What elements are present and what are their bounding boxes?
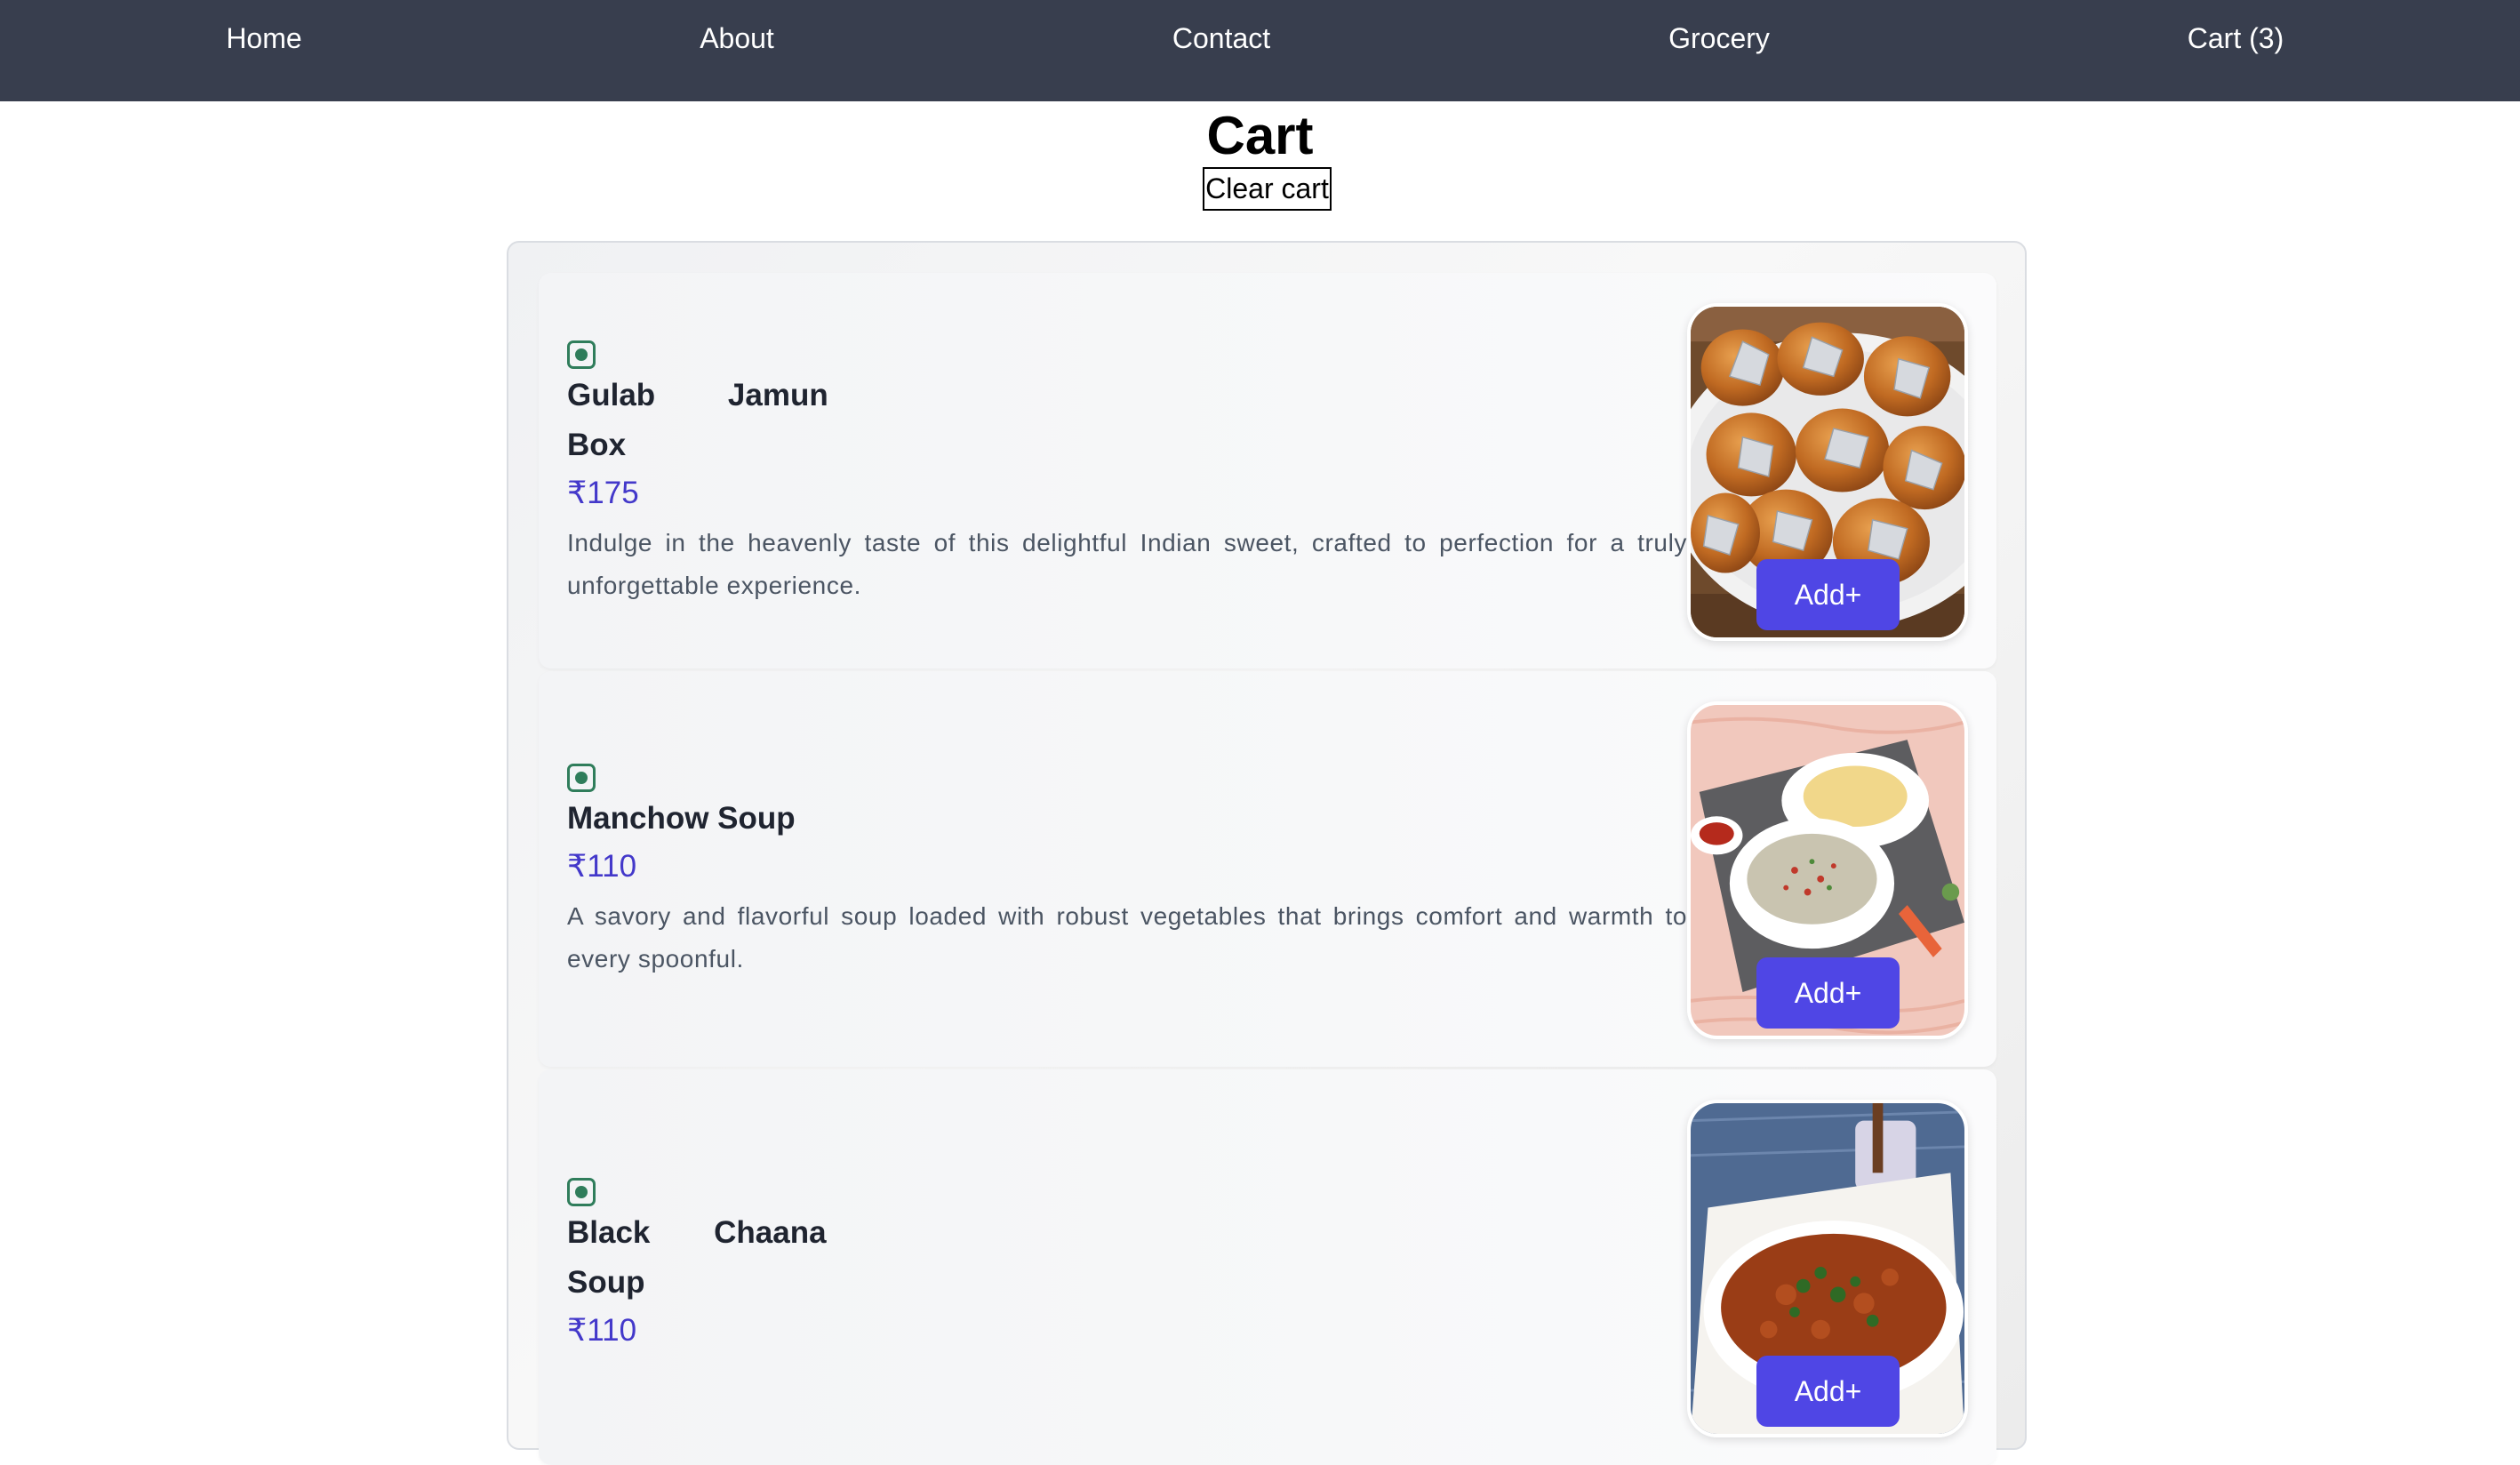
- item-price: ₹110: [567, 849, 637, 884]
- cart-items-panel: Gulab Jamun Box ₹175 Indulge in the heav…: [507, 241, 2027, 1465]
- cart-item-card: Gulab Jamun Box ₹175 Indulge in the heav…: [539, 273, 1996, 668]
- item-description: Indulge in the heavenly taste of this de…: [567, 529, 1687, 599]
- item-name: Black Chaana Soup: [567, 1208, 852, 1308]
- veg-indicator-dot: [575, 348, 588, 361]
- nav-cart-link[interactable]: Cart (3): [2188, 21, 2284, 55]
- item-name-word: Chaana: [714, 1215, 827, 1250]
- veg-indicator-icon: [567, 340, 596, 369]
- item-name-word: Soup: [567, 1265, 645, 1300]
- clear-cart-button[interactable]: Clear cart: [1203, 167, 1332, 211]
- nav-contact-link[interactable]: Contact: [1172, 21, 1270, 55]
- cart-item-card: Black Chaana Soup ₹110 Add+: [539, 1069, 1996, 1465]
- add-to-cart-button[interactable]: Add+: [1756, 559, 1900, 630]
- veg-indicator-icon: [567, 764, 596, 792]
- top-navbar: Home About Contact Grocery Cart (3): [0, 0, 2520, 101]
- item-name-word: Gulab: [567, 378, 656, 412]
- cart-item-card: Manchow Soup ₹110 A savory and flavorful…: [539, 671, 1996, 1067]
- page-title: Cart: [1206, 106, 1314, 165]
- veg-indicator-dot: [575, 1186, 588, 1198]
- nav-grocery-link[interactable]: Grocery: [1668, 21, 1770, 55]
- veg-indicator-icon: [567, 1178, 596, 1206]
- item-price: ₹110: [567, 1313, 637, 1348]
- item-description: A savory and flavorful soup loaded with …: [567, 902, 1687, 973]
- item-name: Gulab Jamun Box: [567, 371, 852, 470]
- nav-about-link[interactable]: About: [700, 21, 774, 55]
- veg-indicator-dot: [575, 772, 588, 784]
- item-name-word: Jamun: [727, 378, 828, 412]
- item-price: ₹175: [567, 476, 639, 510]
- nav-home-link[interactable]: Home: [226, 21, 301, 55]
- item-name-word: Box: [567, 428, 627, 462]
- item-name-word: Black: [567, 1215, 651, 1250]
- add-to-cart-button[interactable]: Add+: [1756, 957, 1900, 1029]
- item-name: Manchow Soup: [567, 801, 796, 836]
- add-to-cart-button[interactable]: Add+: [1756, 1356, 1900, 1427]
